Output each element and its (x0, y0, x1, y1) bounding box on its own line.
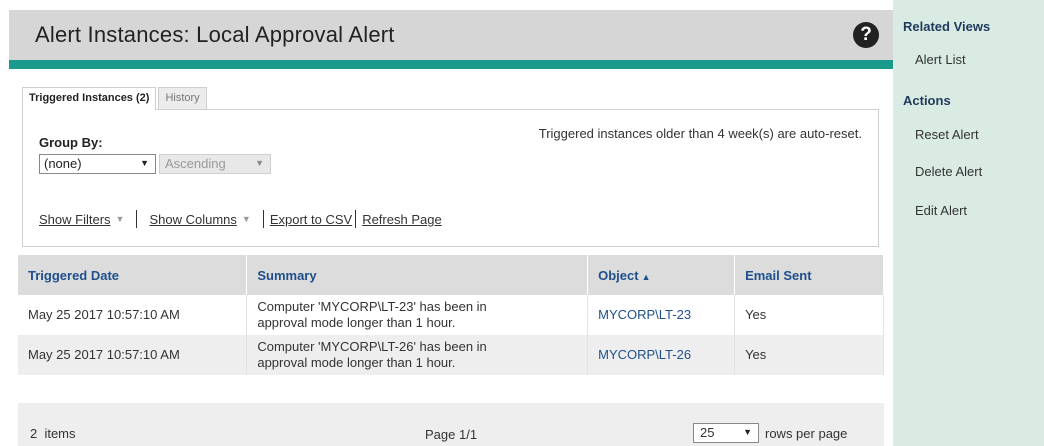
cell-triggered-date: May 25 2017 10:57:10 AM (18, 295, 248, 335)
table-toolbar: Show Filters ▼ Show Columns ▼ Export to … (39, 210, 442, 228)
page-header: Alert Instances: Local Approval Alert ? (9, 10, 893, 60)
column-header-object[interactable]: Object ▲ (587, 255, 736, 295)
actions-heading: Actions (903, 93, 951, 108)
column-header-email-sent[interactable]: Email Sent (734, 255, 884, 295)
auto-reset-note: Triggered instances older than 4 week(s)… (538, 126, 862, 141)
export-csv-link[interactable]: Export to CSV (270, 212, 352, 227)
sort-order-value: Ascending (165, 156, 226, 171)
cell-object: MYCORP\LT-26 (587, 335, 736, 375)
sidebar-link-alert-list[interactable]: Alert List (915, 52, 966, 67)
object-link[interactable]: MYCORP\LT-26 (598, 347, 691, 362)
summary-line: Computer 'MYCORP\LT-23' has been in (257, 299, 487, 314)
right-sidebar: Related Views Alert List Actions Reset A… (893, 0, 1044, 446)
rows-per-page-label: rows per page (765, 426, 848, 441)
chevron-down-icon: ▼ (241, 214, 251, 224)
page-info: Page 1/1 (425, 427, 478, 442)
group-by-value: (none) (44, 156, 82, 171)
sort-ascending-icon: ▲ (641, 271, 651, 282)
dropdown-arrow-icon: ▼ (743, 427, 752, 437)
sidebar-link-delete-alert[interactable]: Delete Alert (915, 164, 982, 179)
dropdown-arrow-icon: ▼ (255, 158, 264, 168)
tab-bar: Triggered Instances (2) History (22, 87, 209, 110)
rows-per-page-select[interactable]: 25 ▼ (693, 423, 759, 443)
summary-line: approval mode longer than 1 hour. (257, 315, 456, 330)
sidebar-link-edit-alert[interactable]: Edit Alert (915, 203, 967, 218)
cell-summary: Computer 'MYCORP\LT-23' has been in appr… (246, 295, 589, 335)
question-circle-icon[interactable]: ? (853, 22, 879, 48)
table-footer: 2 items Page 1/1 25 ▼ rows per page (18, 403, 884, 446)
related-views-heading: Related Views (903, 19, 991, 34)
tab-triggered-instances[interactable]: Triggered Instances (2) (22, 87, 157, 110)
cell-summary: Computer 'MYCORP\LT-26' has been in appr… (246, 335, 589, 375)
object-link[interactable]: MYCORP\LT-23 (598, 307, 691, 322)
cell-email-sent: Yes (734, 295, 884, 335)
instances-table: Triggered Date Summary Object ▲ Email Sen… (18, 255, 884, 375)
toolbar-divider (262, 210, 264, 228)
cell-triggered-date: May 25 2017 10:57:10 AM (18, 335, 248, 375)
group-by-label: Group By: (39, 135, 103, 150)
summary-line: approval mode longer than 1 hour. (257, 355, 456, 370)
sidebar-link-reset-alert[interactable]: Reset Alert (915, 127, 979, 142)
page-title: Alert Instances: Local Approval Alert (35, 22, 395, 47)
sort-order-select: Ascending ▼ (159, 154, 271, 174)
item-count: 2 items (30, 426, 76, 441)
column-header-summary[interactable]: Summary (246, 255, 589, 295)
table-row[interactable]: May 25 2017 10:57:10 AM Computer 'MYCORP… (18, 295, 884, 335)
show-filters-link[interactable]: Show Filters (39, 212, 111, 227)
toolbar-divider (355, 210, 357, 228)
table-header-row: Triggered Date Summary Object ▲ Email Sen… (18, 255, 884, 295)
refresh-page-link[interactable]: Refresh Page (362, 212, 442, 227)
content-area: Triggered Instances (2) History Group By… (9, 69, 893, 446)
tab-panel: Group By: (none) ▼ Ascending ▼ Triggered… (22, 109, 879, 247)
dropdown-arrow-icon: ▼ (140, 158, 149, 168)
table-row[interactable]: May 25 2017 10:57:10 AM Computer 'MYCORP… (18, 335, 884, 375)
rows-per-page-value: 25 (700, 425, 715, 440)
summary-line: Computer 'MYCORP\LT-26' has been in (257, 339, 487, 354)
chevron-down-icon: ▼ (115, 214, 125, 224)
main-panel: Alert Instances: Local Approval Alert ? … (0, 0, 893, 446)
cell-email-sent: Yes (734, 335, 884, 375)
column-header-object-label: Object (598, 267, 639, 283)
column-header-triggered-date[interactable]: Triggered Date (18, 255, 248, 295)
show-columns-link[interactable]: Show Columns (149, 212, 236, 227)
cell-object: MYCORP\LT-23 (587, 295, 736, 335)
header-accent-stripe (9, 60, 893, 69)
toolbar-divider (136, 210, 138, 228)
group-by-select[interactable]: (none) ▼ (39, 154, 156, 174)
tab-history[interactable]: History (158, 87, 207, 109)
